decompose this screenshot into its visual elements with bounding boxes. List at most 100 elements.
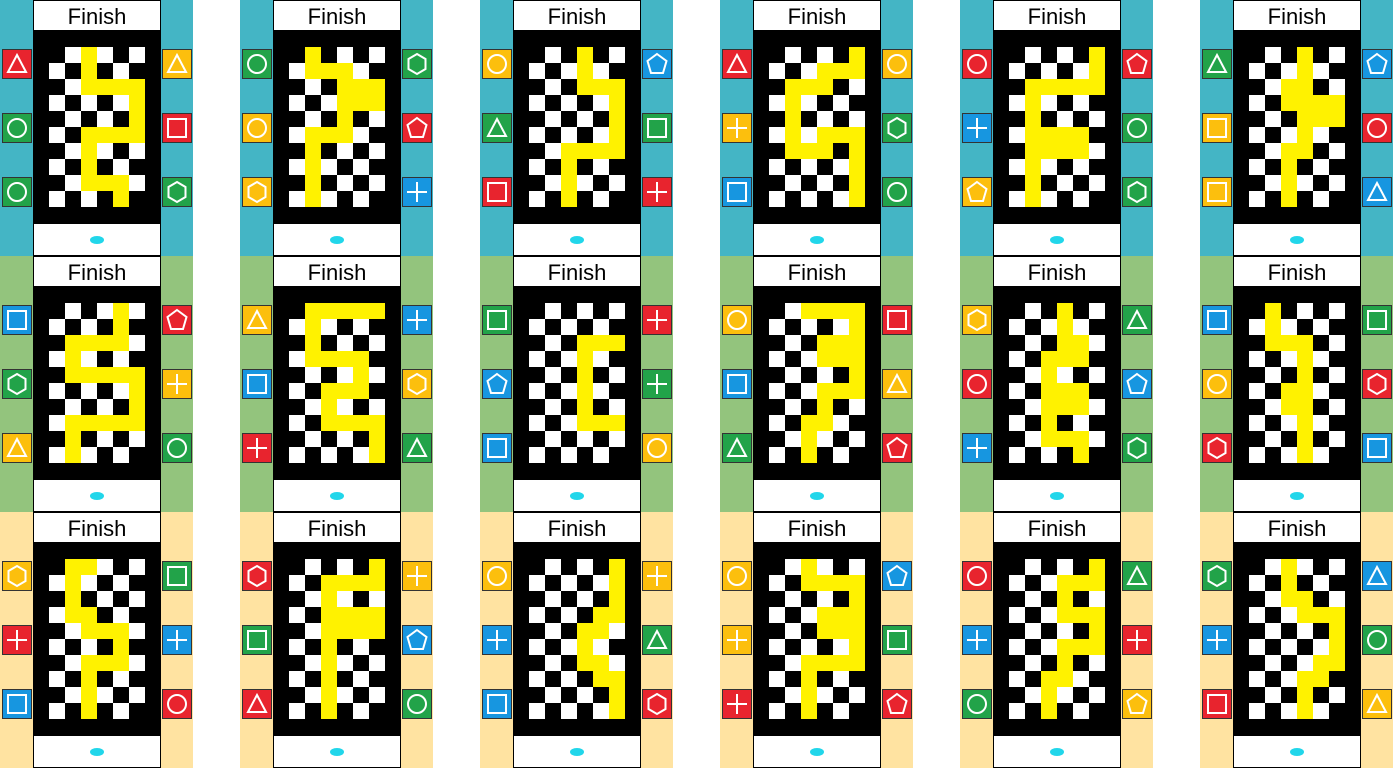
maze-card[interactable]: Finish [1200,256,1393,512]
yellow-pentagon-icon[interactable] [962,177,992,207]
yellow-circle-icon[interactable] [482,561,512,591]
green-triangle-icon[interactable] [1122,561,1152,591]
red-plus-icon[interactable] [642,305,672,335]
blue-plus-icon[interactable] [1202,625,1232,655]
yellow-triangle-icon[interactable] [2,433,32,463]
green-hexagon-icon[interactable] [1202,561,1232,591]
blue-triangle-icon[interactable] [1362,561,1392,591]
green-hexagon-icon[interactable] [162,177,192,207]
blue-pentagon-icon[interactable] [1122,369,1152,399]
green-circle-icon[interactable] [2,177,32,207]
yellow-plus-icon[interactable] [402,561,432,591]
green-circle-icon[interactable] [162,433,192,463]
blue-plus-icon[interactable] [162,625,192,655]
maze-card[interactable]: Finish [240,512,433,768]
red-square-icon[interactable] [1202,689,1232,719]
red-triangle-icon[interactable] [2,49,32,79]
green-square-icon[interactable] [242,625,272,655]
green-square-icon[interactable] [882,625,912,655]
maze-card[interactable]: Finish [720,512,913,768]
blue-square-icon[interactable] [242,369,272,399]
blue-square-icon[interactable] [2,689,32,719]
red-pentagon-icon[interactable] [1122,49,1152,79]
red-circle-icon[interactable] [162,689,192,719]
green-hexagon-icon[interactable] [402,49,432,79]
green-triangle-icon[interactable] [722,433,752,463]
maze-card[interactable]: Finish [720,0,913,256]
red-plus-icon[interactable] [722,689,752,719]
yellow-hexagon-icon[interactable] [2,561,32,591]
yellow-plus-icon[interactable] [642,561,672,591]
yellow-triangle-icon[interactable] [882,369,912,399]
maze-card[interactable]: Finish [480,0,673,256]
red-plus-icon[interactable] [642,177,672,207]
blue-square-icon[interactable] [482,689,512,719]
green-circle-icon[interactable] [882,177,912,207]
red-square-icon[interactable] [482,177,512,207]
green-plus-icon[interactable] [642,369,672,399]
red-circle-icon[interactable] [962,561,992,591]
maze-card[interactable]: Finish [480,256,673,512]
blue-plus-icon[interactable] [482,625,512,655]
yellow-hexagon-icon[interactable] [962,305,992,335]
green-triangle-icon[interactable] [1122,305,1152,335]
red-hexagon-icon[interactable] [1202,433,1232,463]
yellow-circle-icon[interactable] [722,305,752,335]
red-pentagon-icon[interactable] [882,433,912,463]
red-pentagon-icon[interactable] [882,689,912,719]
blue-plus-icon[interactable] [962,625,992,655]
blue-plus-icon[interactable] [402,305,432,335]
red-circle-icon[interactable] [1362,113,1392,143]
yellow-square-icon[interactable] [1202,177,1232,207]
maze-card[interactable]: Finish [480,512,673,768]
red-pentagon-icon[interactable] [402,113,432,143]
green-circle-icon[interactable] [962,689,992,719]
maze-card[interactable]: Finish [1200,512,1393,768]
yellow-circle-icon[interactable] [242,113,272,143]
yellow-plus-icon[interactable] [162,369,192,399]
yellow-triangle-icon[interactable] [242,305,272,335]
blue-pentagon-icon[interactable] [882,561,912,591]
green-circle-icon[interactable] [1362,625,1392,655]
maze-card[interactable]: Finish [240,0,433,256]
blue-square-icon[interactable] [1202,305,1232,335]
green-hexagon-icon[interactable] [882,113,912,143]
red-circle-icon[interactable] [962,49,992,79]
red-circle-icon[interactable] [962,369,992,399]
green-circle-icon[interactable] [402,689,432,719]
blue-plus-icon[interactable] [962,113,992,143]
red-triangle-icon[interactable] [242,689,272,719]
red-pentagon-icon[interactable] [162,305,192,335]
red-plus-icon[interactable] [1122,625,1152,655]
green-hexagon-icon[interactable] [1122,177,1152,207]
red-hexagon-icon[interactable] [642,689,672,719]
green-square-icon[interactable] [162,561,192,591]
maze-card[interactable]: Finish [720,256,913,512]
blue-pentagon-icon[interactable] [642,49,672,79]
maze-card[interactable]: Finish [0,256,193,512]
green-hexagon-icon[interactable] [1122,433,1152,463]
blue-pentagon-icon[interactable] [482,369,512,399]
green-circle-icon[interactable] [1122,113,1152,143]
yellow-circle-icon[interactable] [722,561,752,591]
red-plus-icon[interactable] [2,625,32,655]
red-triangle-icon[interactable] [722,49,752,79]
green-triangle-icon[interactable] [482,113,512,143]
maze-card[interactable]: Finish [960,0,1153,256]
yellow-plus-icon[interactable] [722,625,752,655]
yellow-triangle-icon[interactable] [1362,689,1392,719]
yellow-circle-icon[interactable] [882,49,912,79]
red-square-icon[interactable] [162,113,192,143]
yellow-circle-icon[interactable] [642,433,672,463]
green-hexagon-icon[interactable] [2,369,32,399]
green-triangle-icon[interactable] [1202,49,1232,79]
red-plus-icon[interactable] [242,433,272,463]
yellow-plus-icon[interactable] [722,113,752,143]
maze-card[interactable]: Finish [960,512,1153,768]
blue-pentagon-icon[interactable] [1362,49,1392,79]
yellow-hexagon-icon[interactable] [242,177,272,207]
maze-card[interactable]: Finish [240,256,433,512]
blue-triangle-icon[interactable] [1362,177,1392,207]
blue-square-icon[interactable] [482,433,512,463]
blue-square-icon[interactable] [722,369,752,399]
